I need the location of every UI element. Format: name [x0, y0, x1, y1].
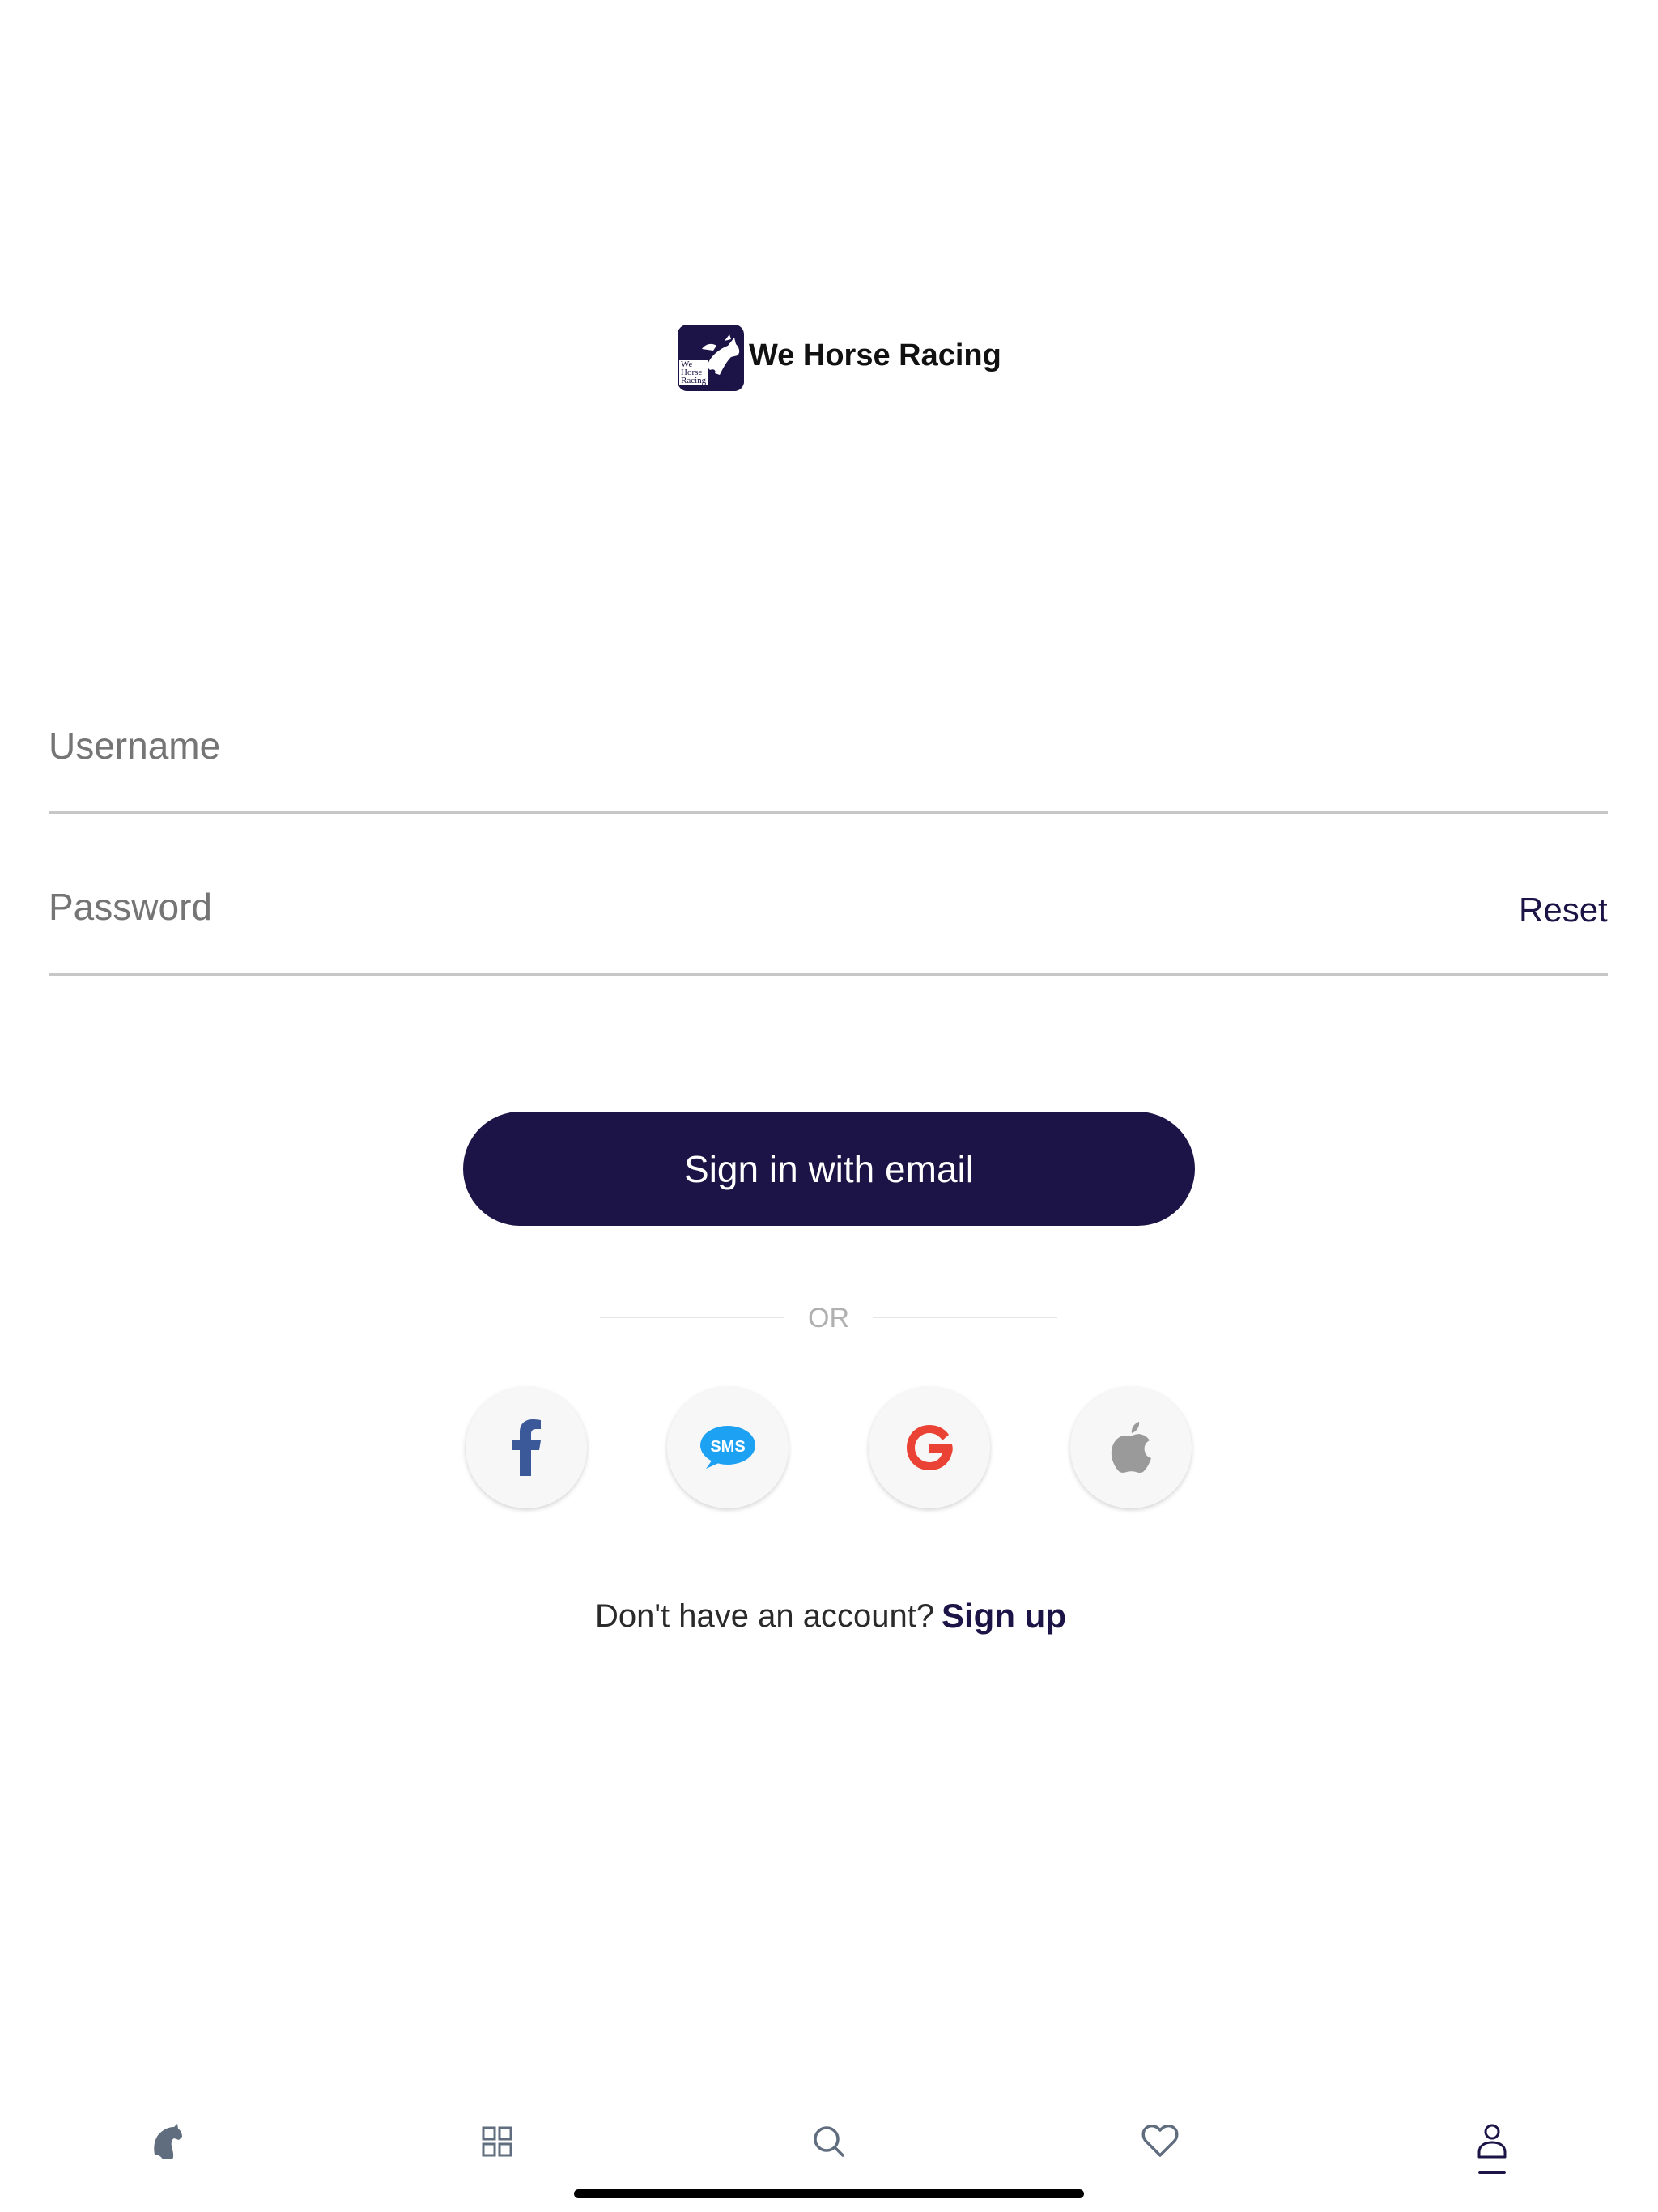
horse-head-icon [154, 2124, 182, 2159]
or-divider-right [873, 1317, 1057, 1318]
google-login-button[interactable] [869, 1387, 990, 1508]
home-indicator [574, 2189, 1084, 2198]
facebook-icon [512, 1419, 541, 1476]
reset-password-link[interactable]: Reset [1519, 891, 1608, 929]
person-icon [1477, 2124, 1507, 2159]
username-input[interactable] [49, 709, 1490, 782]
no-account-prompt: Don't have an account? [595, 1598, 935, 1634]
sms-icon: SMS [700, 1426, 755, 1469]
or-divider-left [600, 1317, 784, 1318]
username-underline [49, 811, 1608, 814]
tab-search[interactable] [801, 2113, 857, 2170]
heart-icon [1141, 2125, 1179, 2157]
tab-profile[interactable] [1464, 2113, 1520, 2170]
password-underline [49, 973, 1608, 976]
sign-in-email-button[interactable]: Sign in with email [463, 1112, 1195, 1226]
or-label: OR [808, 1303, 849, 1334]
sign-up-link[interactable]: Sign up [942, 1597, 1066, 1636]
apple-icon [1111, 1422, 1151, 1473]
svg-text:SMS: SMS [710, 1438, 745, 1456]
apple-login-button[interactable] [1070, 1387, 1192, 1508]
brand-name: We Horse Racing [749, 338, 1001, 372]
tab-favorites[interactable] [1132, 2113, 1188, 2170]
password-input[interactable] [49, 870, 1490, 943]
sms-login-button[interactable]: SMS [667, 1387, 789, 1508]
logo-small-text: We Horse Racing [679, 359, 708, 385]
grid-icon [482, 2126, 512, 2157]
google-icon [907, 1425, 953, 1470]
active-tab-indicator [1478, 2171, 1506, 2174]
facebook-login-button[interactable] [466, 1387, 587, 1508]
tab-home[interactable] [138, 2113, 194, 2170]
search-icon [814, 2126, 844, 2157]
brand-logo: We Horse Racing [678, 325, 744, 391]
tab-browse[interactable] [469, 2113, 525, 2170]
